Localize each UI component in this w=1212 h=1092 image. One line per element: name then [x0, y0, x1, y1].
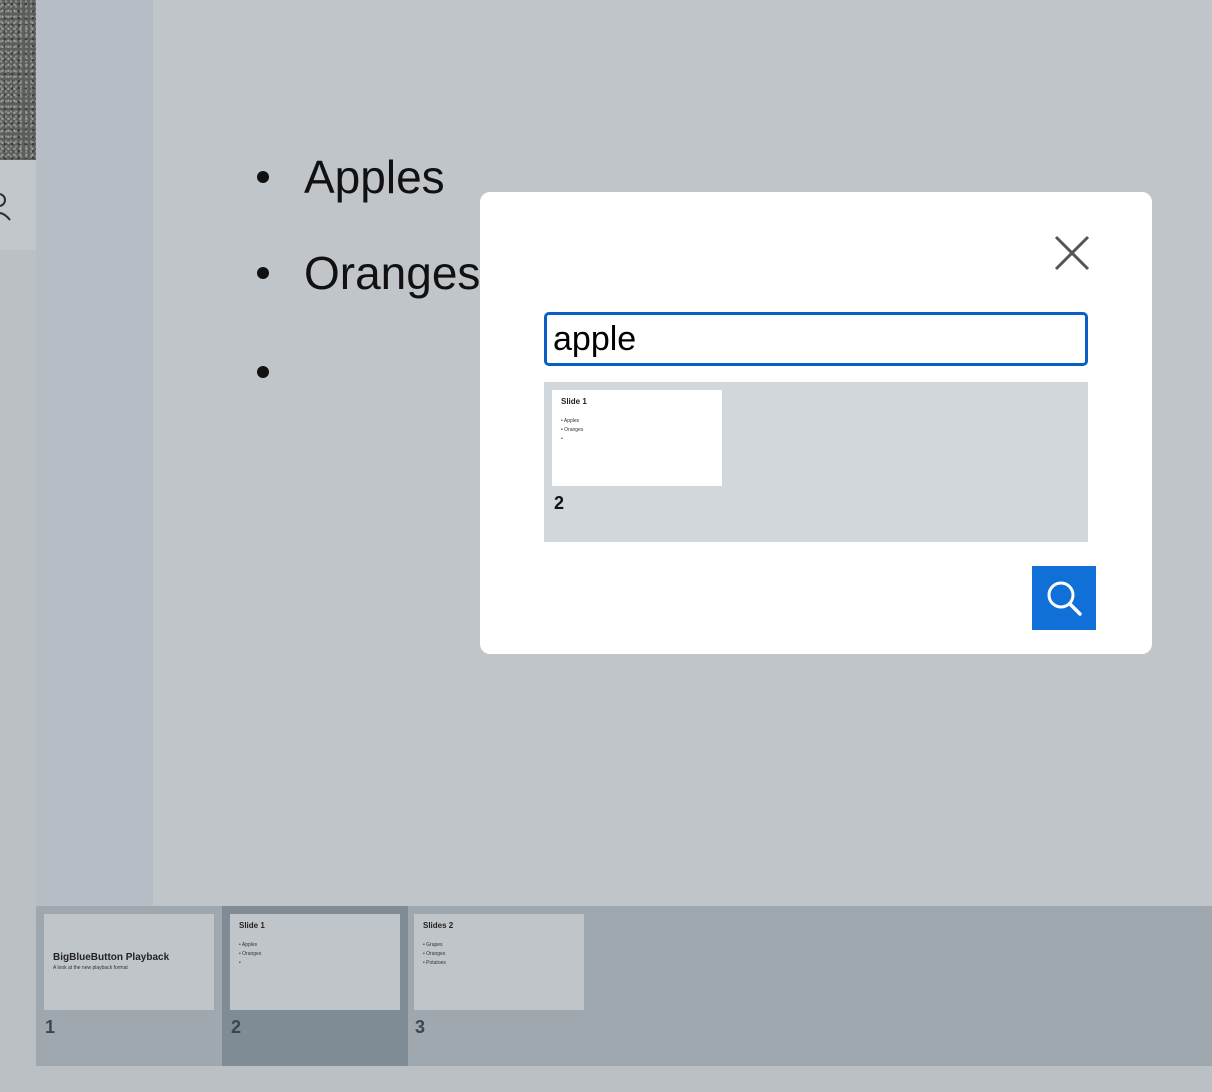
- thumbnail-3[interactable]: Slides 2 • Grapes • Oranges • Potatoes 3: [406, 906, 592, 1066]
- thumbnail-title: Slides 2: [423, 921, 454, 930]
- user-icon[interactable]: [0, 186, 14, 226]
- search-result-item[interactable]: Slide 1 • Apples • Oranges • 2: [552, 390, 722, 516]
- thumbnail-line: •: [239, 960, 241, 966]
- thumbnail-line: • Potatoes: [423, 960, 446, 966]
- thumbnail-image: BigBlueButton Playback A look at the new…: [44, 914, 214, 1010]
- result-slide-number: 2: [554, 493, 565, 513]
- thumbnail-line: • Grapes: [423, 942, 443, 948]
- search-button[interactable]: [1032, 566, 1096, 630]
- sidebar: [36, 0, 153, 906]
- bullet-dot: [257, 267, 269, 279]
- slide-thumbnails: BigBlueButton Playback A look at the new…: [36, 906, 1212, 1066]
- slide-bullet-text: Apples: [304, 151, 445, 203]
- thumbnail-number: 2: [231, 1017, 242, 1037]
- thumbnail-image: Slides 2 • Grapes • Oranges • Potatoes: [414, 914, 584, 1010]
- bullet-dot: [257, 171, 269, 183]
- thumbnail-2[interactable]: Slide 1 • Apples • Oranges • 2: [222, 906, 408, 1066]
- result-preview-title: Slide 1: [561, 397, 587, 406]
- result-preview-line: •: [561, 436, 563, 442]
- thumbnail-image: Slide 1 • Apples • Oranges •: [230, 914, 400, 1010]
- search-icon: [1047, 581, 1082, 616]
- search-results: Slide 1 • Apples • Oranges • 2: [544, 382, 1088, 542]
- webcam-video: [0, 0, 36, 160]
- thumbnail-heading: BigBlueButton Playback: [53, 952, 170, 963]
- thumbnail-line: • Oranges: [423, 951, 446, 957]
- thumbnail-number: 3: [415, 1017, 426, 1037]
- result-preview-line: • Oranges: [561, 427, 584, 433]
- bottom-bar: [36, 1066, 1212, 1092]
- slide-bullet-text: Oranges: [304, 247, 481, 299]
- thumbnail-1[interactable]: BigBlueButton Playback A look at the new…: [36, 906, 222, 1066]
- thumbnail-line: • Oranges: [239, 951, 262, 957]
- close-icon[interactable]: [1052, 233, 1092, 273]
- bullet-dot: [257, 366, 269, 378]
- left-panel: [0, 250, 36, 1092]
- thumbnail-number: 1: [45, 1017, 56, 1037]
- search-modal: Slide 1 • Apples • Oranges • 2: [480, 192, 1152, 654]
- thumbnail-subheading: A look at the new playback format: [53, 965, 128, 971]
- result-preview-line: • Apples: [561, 418, 580, 424]
- thumbnail-line: • Apples: [239, 942, 258, 948]
- result-thumbnail: Slide 1 • Apples • Oranges •: [552, 390, 722, 486]
- thumbnail-title: Slide 1: [239, 921, 265, 930]
- search-input[interactable]: [544, 312, 1088, 366]
